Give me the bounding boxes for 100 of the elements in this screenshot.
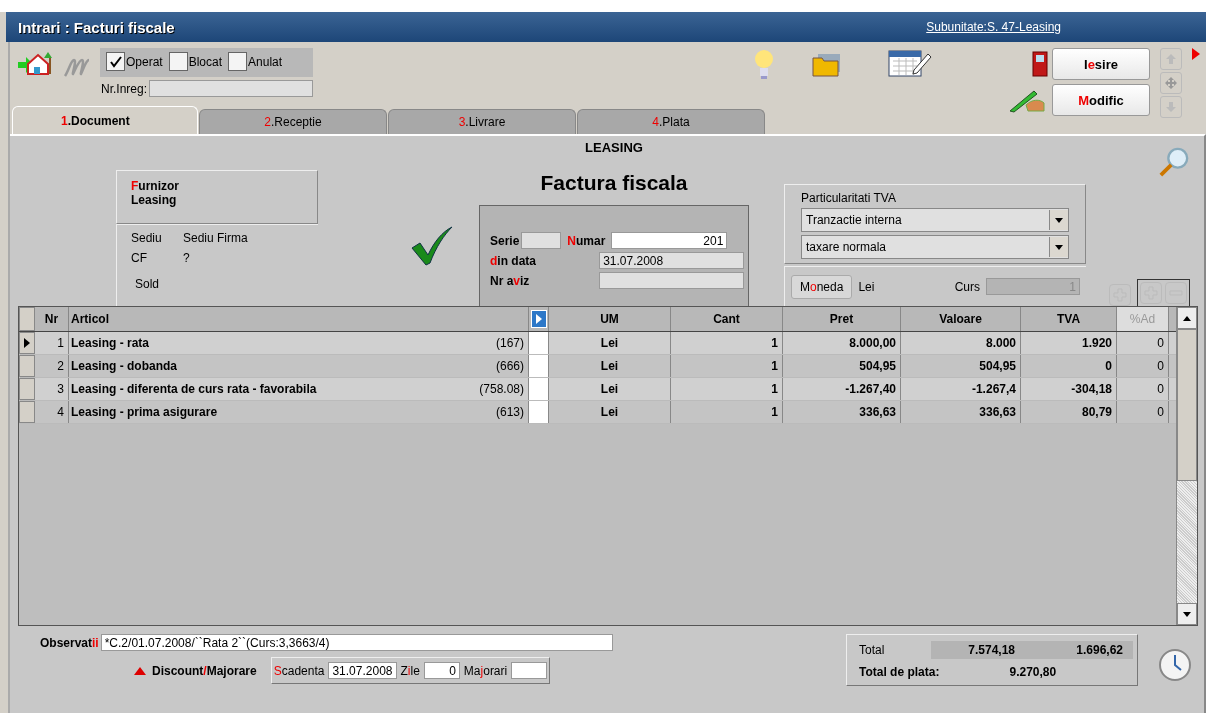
due-date-label: Scadenta xyxy=(273,663,325,678)
expand-arrow-icon[interactable] xyxy=(1192,48,1200,60)
check-icon xyxy=(108,54,123,69)
table-cell: 8.000,00 xyxy=(783,332,901,354)
nr-inreg-field[interactable] xyxy=(149,80,314,97)
dropdown[interactable]: Tranzactie interna xyxy=(801,208,1069,232)
row-selector[interactable] xyxy=(19,332,35,354)
column-header: Pret xyxy=(783,307,901,331)
table-cell: 0 xyxy=(1117,355,1169,377)
checkbox[interactable]: Blocat xyxy=(168,52,223,71)
down-arrow-icon[interactable] xyxy=(1183,611,1191,617)
clock-icon[interactable] xyxy=(1158,648,1192,682)
date-label: din data xyxy=(490,253,537,268)
table-cell: 1 xyxy=(35,332,69,354)
table-cell xyxy=(529,378,549,400)
table-cell-text: Leasing - dobanda xyxy=(70,358,178,375)
search-icon[interactable] xyxy=(1158,146,1190,178)
tab[interactable]: 2.Receptie xyxy=(199,109,387,134)
dropdown-arrow-icon xyxy=(1055,217,1063,223)
table-cell: Lei xyxy=(549,332,671,354)
up-triangle-icon[interactable] xyxy=(134,666,146,675)
expand-button[interactable] xyxy=(530,310,547,328)
dropdown-arrow-icon xyxy=(1055,244,1063,250)
tab[interactable]: 3.Livrare xyxy=(388,109,576,134)
tab[interactable]: 1.Document xyxy=(12,106,198,134)
table-cell: 0 xyxy=(1117,401,1169,423)
currency-button[interactable]: Moneda xyxy=(791,274,853,299)
down-arrow-icon xyxy=(1165,101,1177,113)
table-cell: 504,95 xyxy=(901,355,1021,377)
corner-cell xyxy=(19,307,35,331)
numar-field[interactable]: 201 xyxy=(611,232,728,249)
discount-link[interactable]: Discount/Majorare xyxy=(152,663,257,678)
table-cell: 2 xyxy=(35,355,69,377)
up-arrow-icon xyxy=(1165,53,1177,65)
table-cell: 1.920 xyxy=(1021,332,1117,354)
folder-icon[interactable] xyxy=(812,52,842,78)
supplier-name: Leasing xyxy=(131,193,178,207)
move-icon xyxy=(1165,77,1177,89)
aviz-field[interactable] xyxy=(599,272,744,289)
days-field[interactable]: 0 xyxy=(423,662,460,679)
section-title: LEASING xyxy=(585,140,643,155)
field-value: Sediu Firma xyxy=(183,231,248,245)
table-cell: 3 xyxy=(35,378,69,400)
lightbulb-icon[interactable] xyxy=(752,48,776,82)
column-header: %Ad xyxy=(1117,307,1169,331)
table-cell: 0 xyxy=(1117,378,1169,400)
document-title: Factura fiscala xyxy=(540,171,688,195)
rate-label: Curs xyxy=(954,279,980,294)
observations-label: Observatii xyxy=(40,635,99,650)
days-label: Zile xyxy=(400,663,420,678)
checkbox[interactable]: Operat xyxy=(106,52,163,71)
edit-button[interactable]: Modific xyxy=(1052,84,1150,116)
table-cell: 336,63 xyxy=(783,401,901,423)
table-cell: 0 xyxy=(1021,355,1117,377)
calendar-pencil-icon[interactable] xyxy=(888,48,932,78)
scrollbar[interactable] xyxy=(1176,307,1197,625)
up-arrow-icon[interactable] xyxy=(1183,315,1191,321)
surcharge-field[interactable] xyxy=(511,662,548,679)
table-cell: Lei xyxy=(549,401,671,423)
checkbox[interactable]: Anulat xyxy=(228,52,283,71)
due-date-field[interactable]: 31.07.2008 xyxy=(328,662,397,679)
field-label: Sold xyxy=(135,277,161,291)
door-icon[interactable] xyxy=(1032,51,1048,77)
surcharge-label: Majorari xyxy=(463,663,508,678)
column-header: Valoare xyxy=(901,307,1021,331)
date-field[interactable]: 31.07.2008 xyxy=(599,252,744,269)
checkmark-icon xyxy=(410,226,454,266)
subunit-link[interactable]: Subunitate:S. 47-Leasing xyxy=(926,20,1061,34)
column-header: Cant xyxy=(671,307,783,331)
right-arrow-icon xyxy=(534,314,543,324)
column-header: UM xyxy=(549,307,671,331)
table-cell: 4 xyxy=(35,401,69,423)
table-cell: Lei xyxy=(549,378,671,400)
total-value: 7.574,18 xyxy=(967,642,1016,659)
move-button[interactable] xyxy=(1160,72,1182,94)
tva-title: Particularitati TVA xyxy=(801,191,897,205)
table-cell: -1.267,4 xyxy=(901,378,1021,400)
table-cell: 0 xyxy=(1117,332,1169,354)
table-cell: 504,95 xyxy=(783,355,901,377)
dropdown[interactable]: taxare normala xyxy=(801,235,1069,259)
serie-field[interactable] xyxy=(521,232,562,249)
table-cell-text: Leasing - diferenta de curs rata - favorabila xyxy=(70,381,318,398)
table-cell: 1 xyxy=(671,332,783,354)
numar-label: Numar xyxy=(567,233,606,248)
payable-value: 9.270,80 xyxy=(1009,665,1057,679)
observations-field[interactable]: *C.2/01.07.2008/``Rata 2``(Curs:3,3663/4) xyxy=(100,634,613,651)
field-label: Sediu xyxy=(131,231,163,245)
column-header: Articol xyxy=(69,307,529,331)
table-cell: 1 xyxy=(671,355,783,377)
table-cell xyxy=(529,401,549,423)
exit-button[interactable]: Iesire xyxy=(1052,48,1150,80)
tab[interactable]: 4.Plata xyxy=(577,109,765,134)
window-title: Intrari : Facturi fiscale xyxy=(18,18,175,36)
table-cell: 336,63 xyxy=(901,401,1021,423)
table-cell: 8.000 xyxy=(901,332,1021,354)
table-cell-text: Leasing - rata xyxy=(70,335,151,352)
table-cell: Lei xyxy=(549,355,671,377)
table-cell: -304,18 xyxy=(1021,378,1117,400)
total-vat-value: 1.696,62 xyxy=(1075,642,1124,659)
field-label: CF xyxy=(131,251,148,265)
